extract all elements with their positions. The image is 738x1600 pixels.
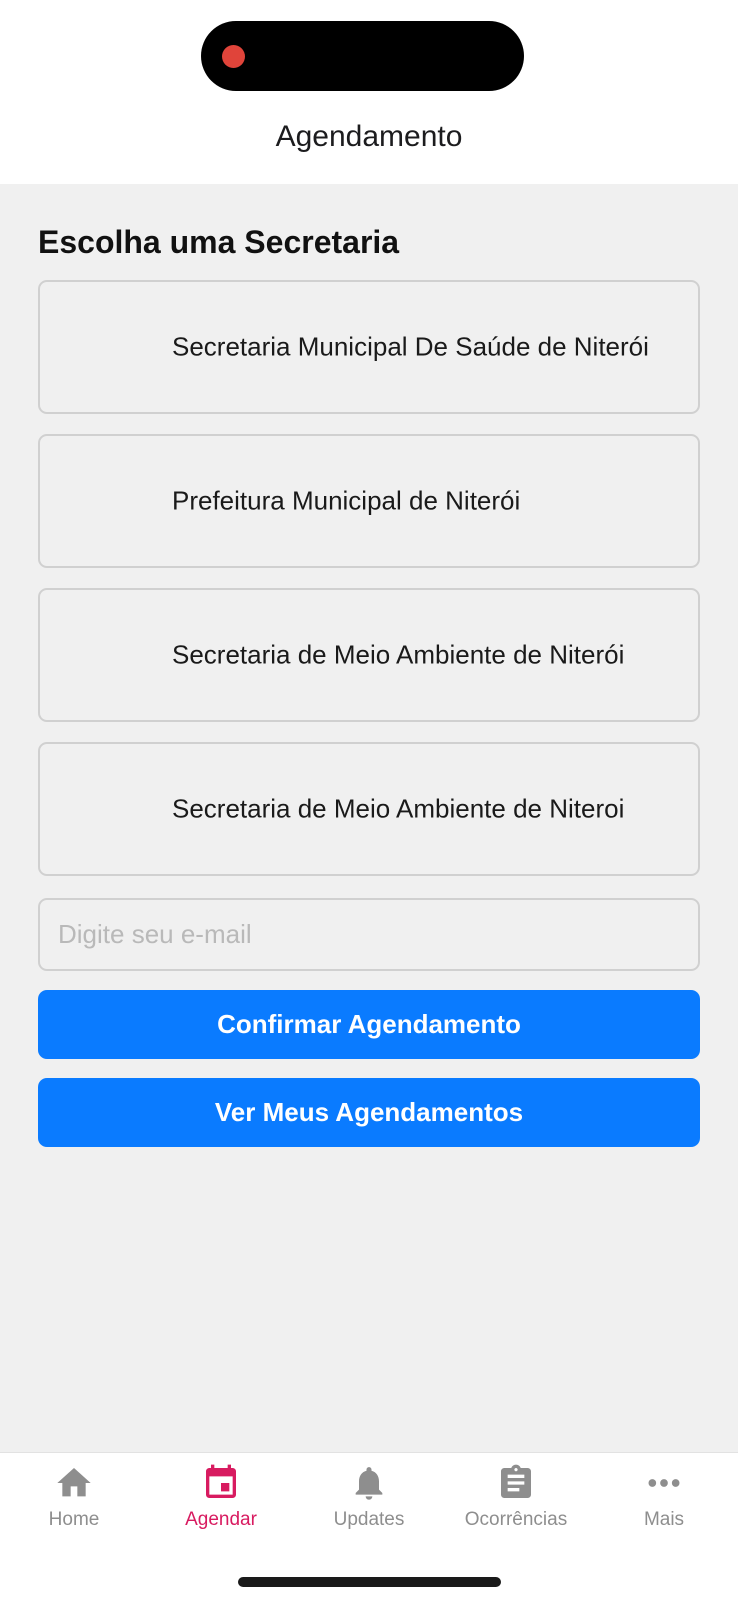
tab-mais[interactable]: Mais <box>590 1463 738 1553</box>
secretaria-option-label: Secretaria de Meio Ambiente de Niteroi <box>172 793 625 824</box>
home-indicator <box>238 1577 501 1587</box>
tab-label: Ocorrências <box>464 1509 568 1530</box>
calendar-icon <box>147 1463 295 1503</box>
more-icon <box>590 1463 738 1503</box>
home-icon <box>0 1463 148 1503</box>
tab-updates[interactable]: Updates <box>295 1463 443 1553</box>
tab-home[interactable]: Home <box>0 1463 148 1553</box>
clipboard-icon <box>442 1463 590 1503</box>
dynamic-island <box>201 21 524 91</box>
secretaria-option-label: Prefeitura Municipal de Niterói <box>172 485 521 516</box>
recording-indicator-icon <box>222 45 245 68</box>
tab-label: Agendar <box>185 1509 257 1530</box>
page-title: Agendamento <box>275 120 463 153</box>
section-title: Escolha uma Secretaria <box>38 224 400 260</box>
screen: Agendamento Escolha uma Secretaria Secre… <box>0 0 738 1600</box>
secretaria-option[interactable]: Secretaria de Meio Ambiente de Niteroi <box>38 742 700 876</box>
bell-icon <box>295 1463 443 1503</box>
confirm-appointment-button[interactable]: Confirmar Agendamento <box>38 990 700 1059</box>
secretaria-option-label: Secretaria de Meio Ambiente de Niterói <box>172 639 625 670</box>
tab-agendar[interactable]: Agendar <box>147 1463 295 1553</box>
secretaria-option[interactable]: Secretaria Municipal De Saúde de Niterói <box>38 280 700 414</box>
secretaria-option-label: Secretaria Municipal De Saúde de Niterói <box>172 331 649 362</box>
secretaria-option[interactable]: Prefeitura Municipal de Niterói <box>38 434 700 568</box>
email-input[interactable] <box>38 898 700 971</box>
secretaria-option[interactable]: Secretaria de Meio Ambiente de Niterói <box>38 588 700 722</box>
tab-bar: Home Agendar Updates Ocorrências Mais <box>0 1452 738 1600</box>
tab-ocorrencias[interactable]: Ocorrências <box>442 1463 590 1553</box>
main-content: Escolha uma Secretaria Secretaria Munici… <box>0 184 738 1452</box>
tab-label: Home <box>48 1509 100 1530</box>
view-appointments-button[interactable]: Ver Meus Agendamentos <box>38 1078 700 1147</box>
tab-label: Mais <box>643 1509 685 1530</box>
tab-label: Updates <box>333 1509 405 1530</box>
header: Agendamento <box>0 0 738 184</box>
